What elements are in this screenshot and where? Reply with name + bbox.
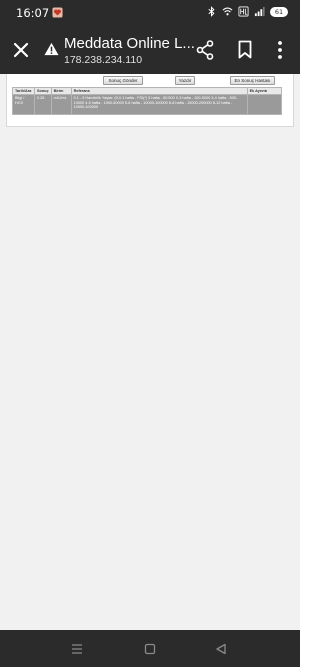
volte-icon [238, 6, 249, 17]
column-header: Tarih/Ara [12, 87, 35, 95]
signal-icon [254, 6, 265, 17]
previous-result-button[interactable]: Sonuç Gönder [103, 76, 143, 85]
back-icon[interactable] [214, 642, 228, 656]
cell-status: 0.28 [34, 94, 52, 115]
cell-detail [246, 94, 283, 115]
page-url[interactable]: 178.238.234.110 [64, 54, 142, 66]
browser-toolbar: Meddata Online L... 178.238.234.110 [0, 26, 300, 74]
share-icon[interactable] [196, 40, 214, 60]
first-patient-button[interactable]: En Sonuç Hastası [230, 76, 275, 85]
close-icon[interactable] [10, 39, 32, 61]
status-time: 16:07 [16, 6, 50, 20]
wifi-icon [222, 7, 233, 16]
warning-icon[interactable] [44, 42, 59, 56]
page-title[interactable]: Meddata Online L... [64, 35, 195, 52]
results-table: Tarih/Ara Sonuç Birim Referans Ek Ayrınt… [12, 87, 283, 115]
status-bar: 16:07 61 [0, 0, 300, 26]
more-options-icon[interactable] [276, 40, 284, 60]
table-row[interactable]: Bilgi / HCS 0.28 mIU/mL 0.1 - 5 Hamileli… [12, 94, 283, 115]
recent-apps-icon[interactable] [70, 642, 84, 656]
results-panel: Sonuç Gönder Yazdır En Sonuç Hastası Tar… [6, 74, 294, 127]
cell-unit: mIU/mL [50, 94, 72, 115]
column-header: Birim [50, 87, 72, 95]
cell-date: Bilgi / HCS [12, 94, 35, 115]
heart-notification-icon [52, 7, 63, 18]
column-header: Referans [70, 87, 248, 95]
column-header: Ek Ayrıntı [246, 87, 283, 95]
cell-reference: 0.1 - 5 Hamilelik Yaşlar: (0-0.1 hafta -… [70, 94, 248, 115]
status-icons: 61 [206, 6, 288, 17]
bluetooth-icon [208, 6, 215, 17]
print-button[interactable]: Yazdır [175, 76, 195, 85]
bookmark-icon[interactable] [238, 40, 252, 59]
battery-indicator: 61 [270, 6, 288, 17]
table-header-row: Tarih/Ara Sonuç Birim Referans Ek Ayrınt… [12, 87, 283, 95]
column-header: Sonuç [34, 87, 52, 95]
home-icon[interactable] [143, 642, 157, 656]
web-content[interactable]: Sonuç Gönder Yazdır En Sonuç Hastası Tar… [0, 74, 300, 630]
navigation-bar [0, 630, 300, 667]
